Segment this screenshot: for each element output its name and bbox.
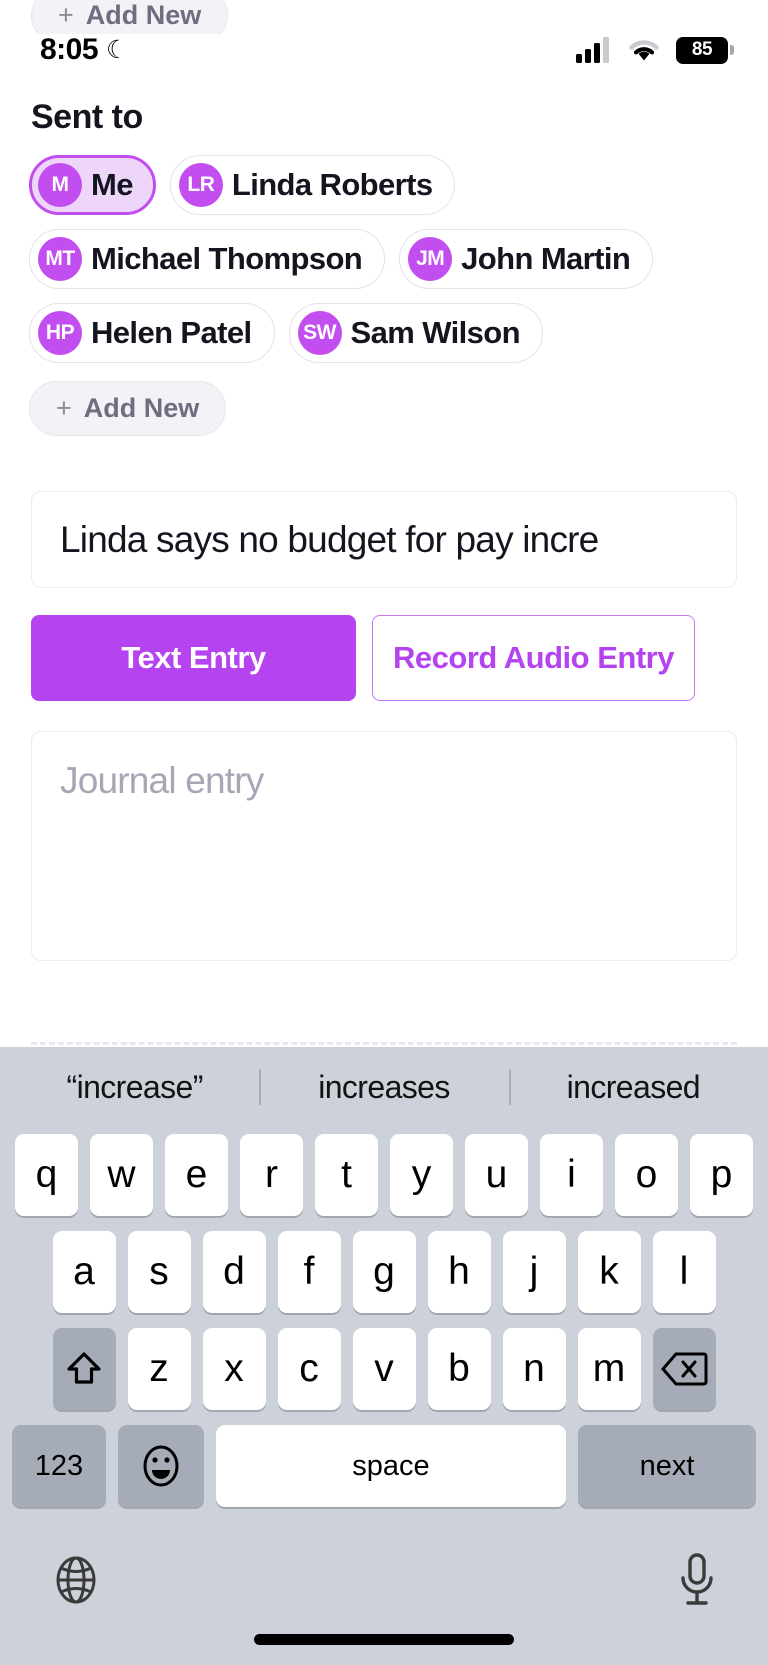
- emoji-key[interactable]: [118, 1425, 204, 1507]
- recipient-name: Helen Patel: [91, 315, 252, 350]
- scrolled-content-clip: + Add New: [0, 0, 768, 34]
- key-o[interactable]: o: [615, 1134, 678, 1216]
- recipient-name: Sam Wilson: [350, 315, 521, 350]
- key-c[interactable]: c: [277, 1328, 341, 1410]
- key-u[interactable]: u: [465, 1134, 528, 1216]
- recipient-chip-list: M Me LR Linda Roberts MT Michael Thompso…: [29, 155, 739, 436]
- entry-title-input[interactable]: Linda says no budget for pay incre: [31, 491, 737, 588]
- shift-key[interactable]: [52, 1328, 116, 1410]
- key-x[interactable]: x: [202, 1328, 266, 1410]
- add-new-label: Add New: [83, 393, 200, 423]
- suggestion-1[interactable]: increases: [259, 1069, 508, 1106]
- sent-to-heading: Sent to: [31, 98, 143, 136]
- on-screen-keyboard: “increase” increases increased q w e r t…: [0, 1047, 768, 1665]
- main-content: Sent to M Me LR Linda Roberts MT Michael…: [0, 80, 768, 961]
- chip-row: MT Michael Thompson JM John Martin: [29, 229, 739, 289]
- add-new-pill-top[interactable]: + Add New: [31, 0, 229, 34]
- status-bar: 8:05 ☾ 85: [0, 30, 768, 70]
- keyboard-row-4: 123 space next: [0, 1418, 768, 1514]
- text-entry-button[interactable]: Text Entry: [31, 615, 356, 701]
- wifi-icon: [626, 37, 662, 63]
- key-n[interactable]: n: [502, 1328, 566, 1410]
- clock-time: 8:05: [40, 33, 99, 66]
- key-q[interactable]: q: [15, 1134, 78, 1216]
- battery-indicator: 85: [676, 36, 734, 64]
- cellular-signal-icon: [576, 37, 612, 63]
- recipient-chip-michael-thompson[interactable]: MT Michael Thompson: [29, 229, 386, 289]
- suggestion-0[interactable]: “increase”: [10, 1069, 259, 1106]
- key-y[interactable]: y: [390, 1134, 453, 1216]
- backspace-key[interactable]: [652, 1328, 716, 1410]
- journal-entry-textarea[interactable]: Journal entry: [31, 731, 737, 961]
- crescent-moon-icon: ☾: [106, 35, 129, 64]
- key-z[interactable]: z: [127, 1328, 191, 1410]
- key-f[interactable]: f: [277, 1231, 341, 1313]
- battery-level-label: 85: [691, 39, 713, 60]
- recipient-name: John Martin: [461, 241, 631, 276]
- avatar: HP: [38, 311, 82, 355]
- chip-row: + Add New: [29, 377, 739, 436]
- microphone-icon[interactable]: [674, 1551, 720, 1609]
- key-h[interactable]: h: [427, 1231, 491, 1313]
- keyboard-row-1: q w e r t y u i o p: [0, 1127, 768, 1223]
- plus-icon: +: [56, 393, 72, 423]
- add-new-recipient-button[interactable]: + Add New: [29, 381, 227, 436]
- key-l[interactable]: l: [652, 1231, 716, 1313]
- recipient-chip-helen-patel[interactable]: HP Helen Patel: [29, 303, 275, 363]
- entry-title-value: Linda says no budget for pay incre: [60, 518, 599, 560]
- key-r[interactable]: r: [240, 1134, 303, 1216]
- numbers-key[interactable]: 123: [12, 1425, 106, 1507]
- suggestion-2[interactable]: increased: [509, 1069, 758, 1106]
- avatar: LR: [178, 163, 223, 207]
- key-j[interactable]: j: [502, 1231, 566, 1313]
- key-p[interactable]: p: [690, 1134, 753, 1216]
- keyboard-row-3: z x c v b n m: [0, 1321, 768, 1417]
- home-indicator: [254, 1634, 514, 1645]
- avatar: SW: [297, 311, 342, 355]
- avatar: JM: [408, 237, 453, 281]
- status-bar-left: 8:05 ☾: [40, 33, 128, 67]
- add-new-label: Add New: [85, 0, 202, 30]
- shift-icon: [62, 1347, 106, 1391]
- emoji-icon: [140, 1443, 182, 1489]
- globe-icon[interactable]: [48, 1552, 104, 1608]
- recipient-chip-linda-roberts[interactable]: LR Linda Roberts: [169, 155, 456, 215]
- recipient-name: Michael Thompson: [91, 241, 363, 276]
- key-a[interactable]: a: [52, 1231, 116, 1313]
- key-b[interactable]: b: [427, 1328, 491, 1410]
- avatar: M: [38, 163, 82, 207]
- key-w[interactable]: w: [90, 1134, 153, 1216]
- key-v[interactable]: v: [352, 1328, 416, 1410]
- space-key[interactable]: space: [216, 1425, 566, 1507]
- entry-mode-toggle: Text Entry Record Audio Entry: [31, 615, 768, 701]
- avatar: MT: [38, 237, 82, 281]
- recipient-name: Me: [91, 167, 133, 202]
- plus-icon: +: [58, 0, 74, 30]
- key-t[interactable]: t: [315, 1134, 378, 1216]
- autocorrect-suggestion-bar: “increase” increases increased: [0, 1047, 768, 1127]
- recipient-name: Linda Roberts: [231, 167, 433, 202]
- recipient-chip-me[interactable]: M Me: [29, 155, 156, 215]
- key-e[interactable]: e: [165, 1134, 228, 1216]
- app-screen: + Add New 8:05 ☾ 85 Sent to M Me LR Lind…: [0, 0, 768, 1665]
- next-key[interactable]: next: [578, 1425, 756, 1507]
- chip-row: M Me LR Linda Roberts: [29, 155, 739, 215]
- backspace-icon: [660, 1350, 708, 1388]
- key-k[interactable]: k: [577, 1231, 641, 1313]
- keyboard-divider: [31, 1042, 737, 1045]
- keyboard-row-2: a s d f g h j k l: [0, 1224, 768, 1320]
- key-s[interactable]: s: [127, 1231, 191, 1313]
- record-audio-entry-button[interactable]: Record Audio Entry: [372, 615, 695, 701]
- key-g[interactable]: g: [352, 1231, 416, 1313]
- keyboard-bottom-bar: [0, 1520, 768, 1640]
- recipient-chip-sam-wilson[interactable]: SW Sam Wilson: [288, 303, 543, 363]
- journal-entry-placeholder: Journal entry: [60, 760, 264, 801]
- status-bar-right: 85: [576, 36, 734, 64]
- recipient-chip-john-martin[interactable]: JM John Martin: [399, 229, 654, 289]
- chip-row: HP Helen Patel SW Sam Wilson: [29, 303, 739, 363]
- key-d[interactable]: d: [202, 1231, 266, 1313]
- key-m[interactable]: m: [577, 1328, 641, 1410]
- key-i[interactable]: i: [540, 1134, 603, 1216]
